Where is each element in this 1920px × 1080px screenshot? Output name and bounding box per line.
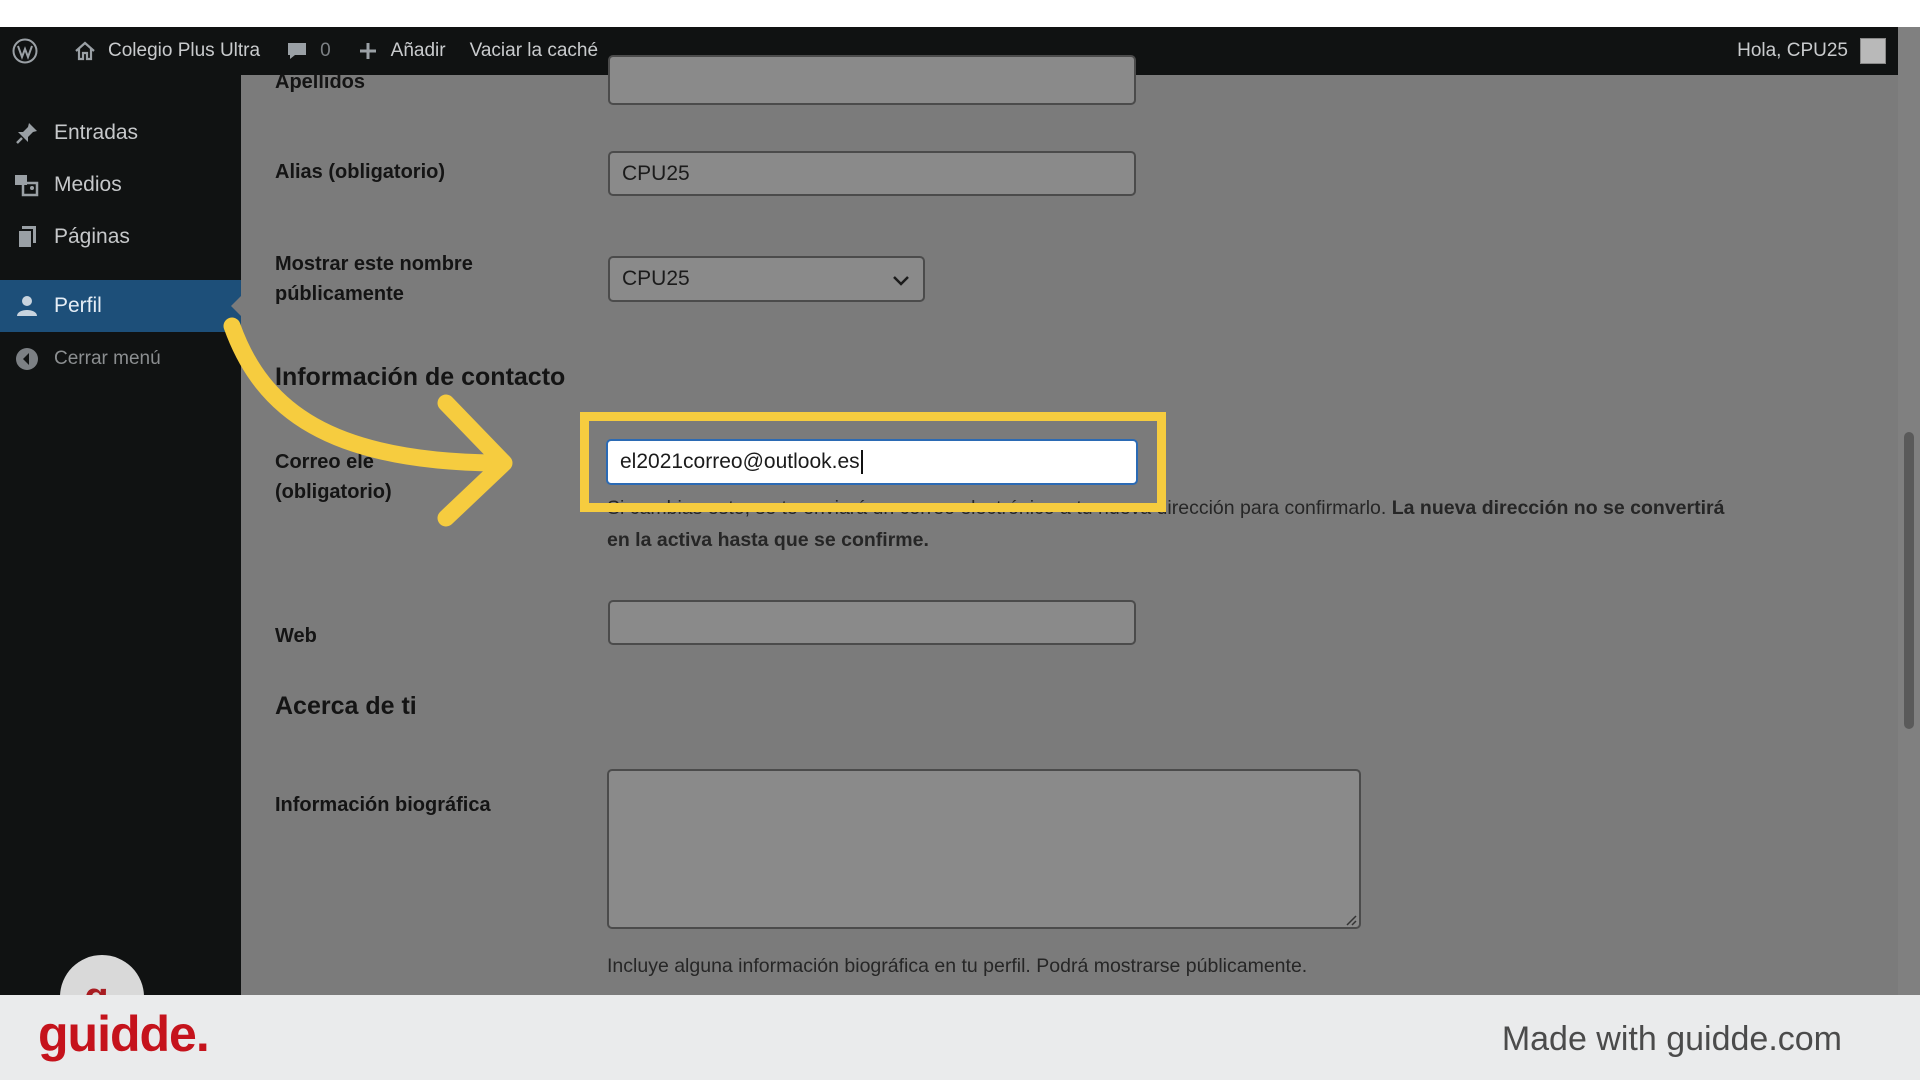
guidde-logo: guidde. (38, 1006, 210, 1062)
made-with-text: Made with guidde.com (1501, 1020, 1842, 1058)
curved-arrow-icon (223, 317, 513, 527)
tutorial-frame: Colegio Plus Ultra 0 Añadir Vaciar la ca… (0, 0, 1920, 1080)
